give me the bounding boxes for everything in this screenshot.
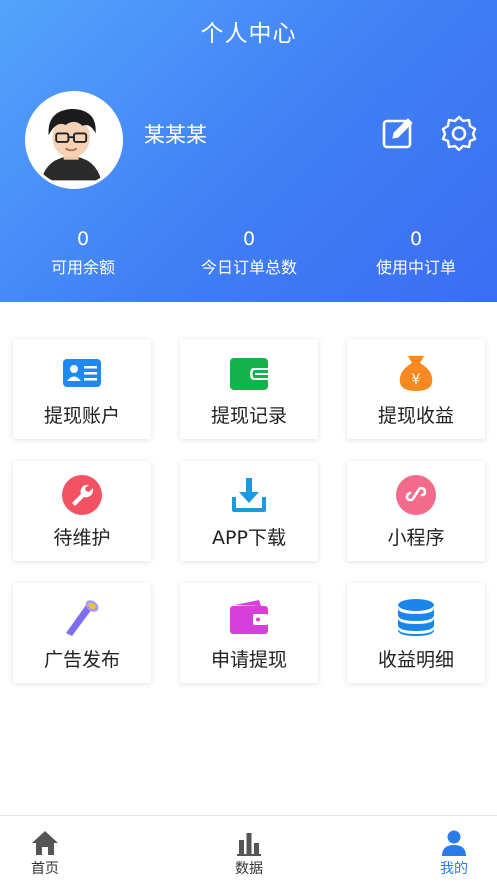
menu-apply-withdraw[interactable]: 申请提现: [180, 583, 318, 683]
bar-chart-icon: [235, 830, 263, 856]
tab-label: 首页: [31, 861, 59, 877]
telescope-icon: [62, 597, 102, 637]
money-bag-icon: ¥: [396, 353, 436, 393]
menu-withdraw-records[interactable]: 提现记录: [180, 339, 318, 439]
menu-grid: 提现账户 提现记录 ¥ 提现收益 待维护 APP下载 小程序 广告发布 申请提现…: [0, 302, 497, 814]
menu-ad-publish[interactable]: 广告发布: [13, 583, 151, 683]
stat-value: 0: [76, 228, 90, 250]
stat-label: 使用中订单: [375, 258, 456, 277]
tab-home[interactable]: 首页: [0, 816, 90, 883]
stat-active-orders[interactable]: 0 使用中订单: [333, 226, 497, 279]
stat-label: 今日订单总数: [200, 258, 297, 277]
svg-text:¥: ¥: [412, 372, 421, 388]
menu-label: APP下载: [212, 527, 286, 549]
database-icon: [396, 597, 436, 637]
menu-label: 小程序: [387, 527, 445, 549]
menu-label: 提现记录: [210, 405, 287, 427]
avatar[interactable]: [25, 91, 123, 189]
wrench-icon: [62, 475, 102, 515]
tab-data[interactable]: 数据: [204, 816, 294, 883]
purse-icon: [229, 597, 269, 637]
tab-mine[interactable]: 我的: [409, 816, 497, 883]
menu-withdraw-account[interactable]: 提现账户: [13, 339, 151, 439]
menu-maintenance[interactable]: 待维护: [13, 461, 151, 561]
stat-value: 0: [242, 228, 256, 250]
page-title: 个人中心: [200, 21, 297, 47]
mini-program-icon: [396, 475, 436, 515]
stat-label: 可用余额: [50, 258, 115, 277]
menu-withdraw-earnings[interactable]: ¥ 提现收益: [347, 339, 485, 439]
user-icon: [440, 830, 468, 856]
profile-header: 个人中心 某某某 0 可用余额 0 今日订单总数 0 使用中订单: [0, 0, 497, 302]
wallet-icon: [229, 353, 269, 393]
stat-today-orders[interactable]: 0 今日订单总数: [166, 226, 332, 279]
stat-available-balance[interactable]: 0 可用余额: [0, 226, 166, 279]
stats-row: 0 可用余额 0 今日订单总数 0 使用中订单: [0, 226, 497, 286]
menu-mini-program[interactable]: 小程序: [347, 461, 485, 561]
edit-icon[interactable]: [380, 115, 416, 151]
stat-value: 0: [409, 228, 423, 250]
menu-label: 提现账户: [43, 405, 120, 427]
menu-label: 广告发布: [43, 649, 120, 671]
id-card-icon: [62, 353, 102, 393]
menu-label: 提现收益: [377, 405, 454, 427]
menu-label: 待维护: [53, 527, 111, 549]
avatar-image: [28, 94, 115, 181]
tab-label: 数据: [235, 861, 263, 877]
download-icon: [229, 475, 269, 515]
menu-label: 申请提现: [210, 649, 287, 671]
menu-label: 收益明细: [377, 649, 454, 671]
menu-earnings-detail[interactable]: 收益明细: [347, 583, 485, 683]
home-icon: [31, 830, 59, 856]
gear-icon[interactable]: [441, 115, 477, 151]
menu-app-download[interactable]: APP下载: [180, 461, 318, 561]
bottom-tab-bar: 首页 数据 我的: [0, 815, 497, 883]
username[interactable]: 某某某: [144, 119, 207, 149]
tab-label: 我的: [440, 861, 468, 877]
